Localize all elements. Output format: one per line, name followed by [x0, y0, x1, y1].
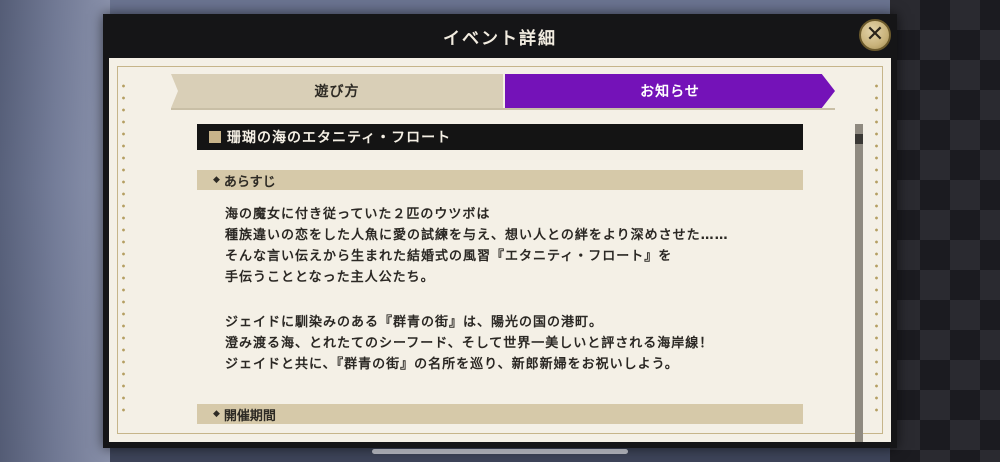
background-right-pattern	[890, 0, 1000, 462]
modal-header: イベント詳細	[103, 14, 897, 58]
tab-notice-label: お知らせ	[640, 84, 700, 100]
modal-title: イベント詳細	[443, 28, 557, 49]
event-detail-modal: イベント詳細 ✕ 遊び方 お知らせ 珊瑚の海のエタニティ・フロート ◆ あらすじ	[103, 14, 897, 448]
scrollbar-position-marker	[855, 134, 863, 144]
paper-panel: 遊び方 お知らせ 珊瑚の海のエタニティ・フロート ◆ あらすじ 海の魔女に付き従…	[109, 58, 891, 442]
period-section-header: ◆ 開催期間	[197, 404, 803, 424]
event-title: 珊瑚の海のエタニティ・フロート	[227, 130, 452, 146]
square-icon	[209, 131, 221, 143]
synopsis-line: ジェイドに馴染みのある『群青の街』は、陽光の国の港町。	[225, 315, 604, 330]
synopsis-line: 海の魔女に付き従っていた２匹のウツボは	[225, 207, 491, 222]
close-icon: ✕	[865, 22, 885, 47]
synopsis-section-header: ◆ あらすじ	[197, 170, 803, 190]
notice-content: 珊瑚の海のエタニティ・フロート ◆ あらすじ 海の魔女に付き従っていた２匹のウツ…	[197, 124, 805, 442]
home-indicator[interactable]	[372, 449, 628, 454]
dotted-border-right	[875, 80, 878, 420]
tab-notice[interactable]: お知らせ	[505, 74, 835, 108]
diamond-icon: ◆	[213, 175, 220, 185]
synopsis-paragraph-1: 海の魔女に付き従っていた２匹のウツボは 種族違いの恋をした人魚に愛の試練を与え、…	[225, 204, 785, 288]
period-heading: 開催期間	[223, 408, 276, 424]
synopsis-line: 澄み渡る海、とれたてのシーフード、そして世界一美しいと評される海岸線！	[225, 336, 714, 351]
scrollbar[interactable]	[855, 124, 863, 442]
synopsis-paragraph-2: ジェイドに馴染みのある『群青の街』は、陽光の国の港町。 澄み渡る海、とれたてのシ…	[225, 312, 785, 375]
synopsis-line: 手伝うこととなった主人公たち。	[225, 270, 435, 285]
synopsis-line: そんな言い伝えから生まれた結婚式の風習『エタニティ・フロート』を	[225, 249, 673, 264]
event-title-bar: 珊瑚の海のエタニティ・フロート	[197, 124, 803, 150]
synopsis-line: 種族違いの恋をした人魚に愛の試練を与え、想い人との絆をより深めさせた……	[225, 228, 729, 243]
close-button[interactable]: ✕	[859, 19, 891, 51]
dotted-border-left	[122, 80, 125, 420]
tab-how-to-play-label: 遊び方	[314, 84, 360, 100]
tab-bar: 遊び方 お知らせ	[171, 74, 835, 110]
diamond-icon: ◆	[213, 409, 220, 419]
synopsis-heading: あらすじ	[223, 174, 276, 190]
tab-how-to-play[interactable]: 遊び方	[171, 74, 503, 108]
background-left-art	[0, 0, 110, 462]
scrollbar-thumb[interactable]	[855, 124, 863, 442]
synopsis-line: ジェイドと共に、『群青の街』の名所を巡り、新郎新婦をお祝いしよう。	[225, 357, 679, 372]
tab-underline	[171, 108, 835, 110]
